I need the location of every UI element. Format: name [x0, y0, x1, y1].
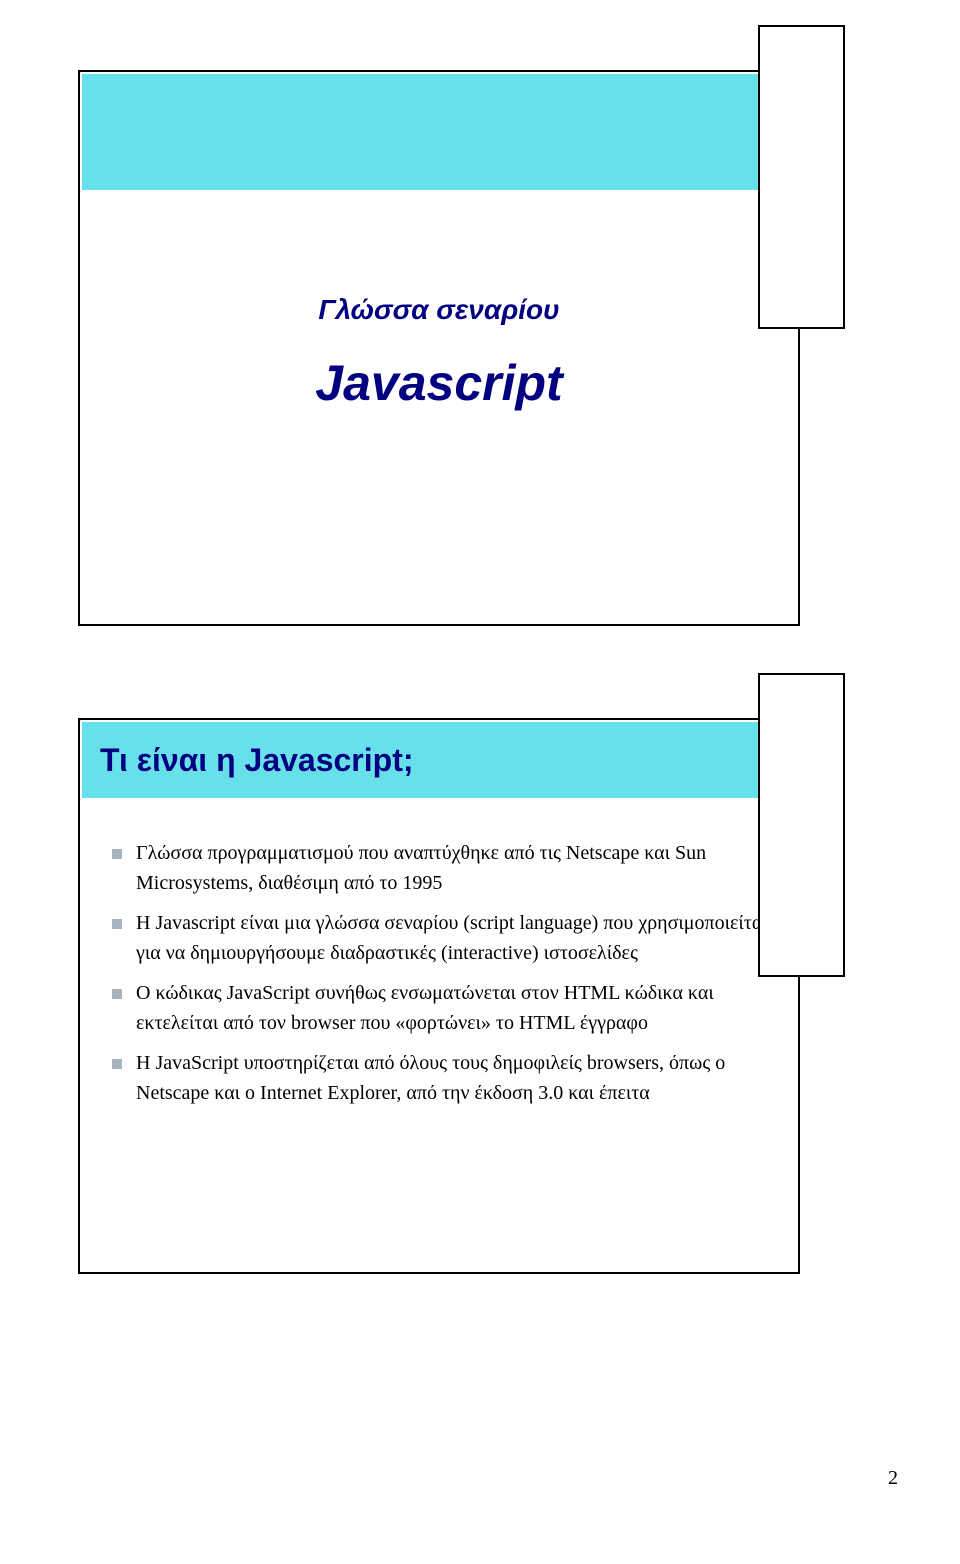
slide2-body: Γλώσσα προγραμματισμού που αναπτύχθηκε α…	[80, 798, 798, 1138]
slide-1: Γλώσσα σεναρίου Javascript	[78, 70, 800, 626]
slide2-title-bar: Τι είναι η Javascript;	[82, 722, 796, 798]
page-number: 2	[888, 1467, 898, 1490]
list-item: Γλώσσα προγραμματισμού που αναπτύχθηκε α…	[108, 838, 770, 898]
slide2-title-bar-text: Τι είναι η Javascript;	[100, 742, 414, 779]
decorative-box-1	[758, 25, 845, 329]
list-item: Η JavaScript υποστηρίζεται από όλους του…	[108, 1048, 770, 1108]
list-item: Ο κώδικας JavaScript συνήθως ενσωματώνετ…	[108, 978, 770, 1038]
slide1-overline: Γλώσσα σεναρίου	[108, 294, 770, 326]
decorative-box-2	[758, 673, 845, 977]
slide1-heading: Javascript	[108, 354, 770, 412]
bullet-list: Γλώσσα προγραμματισμού που αναπτύχθηκε α…	[108, 838, 770, 1108]
slide1-title-bar	[82, 74, 796, 190]
slide1-body: Γλώσσα σεναρίου Javascript	[80, 190, 798, 432]
slide-2: Τι είναι η Javascript; Γλώσσα προγραμματ…	[78, 718, 800, 1274]
list-item: Η Javascript είναι μια γλώσσα σεναρίου (…	[108, 908, 770, 968]
